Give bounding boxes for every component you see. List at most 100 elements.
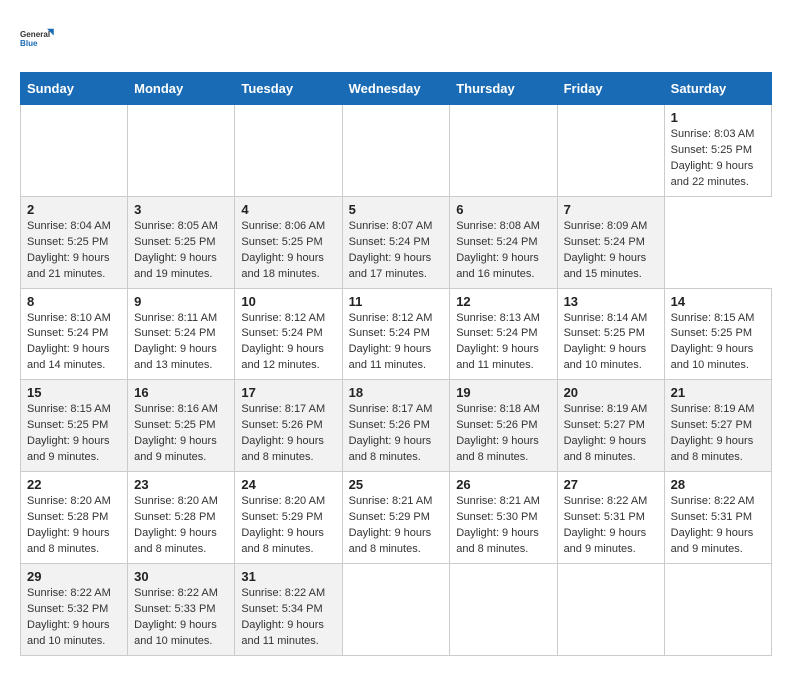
empty-cell <box>450 563 557 655</box>
day-info: Sunrise: 8:15 AMSunset: 5:25 PMDaylight:… <box>671 311 765 375</box>
day-number: 26 <box>456 477 550 492</box>
day-number: 1 <box>671 110 765 125</box>
day-number: 24 <box>241 477 335 492</box>
day-cell-10: 10 Sunrise: 8:12 AMSunset: 5:24 PMDaylig… <box>235 288 342 380</box>
day-info: Sunrise: 8:15 AMSunset: 5:25 PMDaylight:… <box>27 402 121 466</box>
day-cell-2: 2 Sunrise: 8:04 AMSunset: 5:25 PMDayligh… <box>21 196 128 288</box>
day-info: Sunrise: 8:20 AMSunset: 5:28 PMDaylight:… <box>134 494 228 558</box>
day-info: Sunrise: 8:11 AMSunset: 5:24 PMDaylight:… <box>134 311 228 375</box>
day-number: 20 <box>564 385 658 400</box>
day-cell-26: 26 Sunrise: 8:21 AMSunset: 5:30 PMDaylig… <box>450 472 557 564</box>
empty-cell <box>342 105 450 197</box>
day-cell-17: 17 Sunrise: 8:17 AMSunset: 5:26 PMDaylig… <box>235 380 342 472</box>
day-info: Sunrise: 8:16 AMSunset: 5:25 PMDaylight:… <box>134 402 228 466</box>
day-info: Sunrise: 8:13 AMSunset: 5:24 PMDaylight:… <box>456 311 550 375</box>
day-header-sunday: Sunday <box>21 73 128 105</box>
day-header-wednesday: Wednesday <box>342 73 450 105</box>
day-info: Sunrise: 8:08 AMSunset: 5:24 PMDaylight:… <box>456 219 550 283</box>
day-info: Sunrise: 8:22 AMSunset: 5:31 PMDaylight:… <box>564 494 658 558</box>
day-number: 14 <box>671 294 765 309</box>
day-cell-27: 27 Sunrise: 8:22 AMSunset: 5:31 PMDaylig… <box>557 472 664 564</box>
day-number: 19 <box>456 385 550 400</box>
day-info: Sunrise: 8:05 AMSunset: 5:25 PMDaylight:… <box>134 219 228 283</box>
empty-cell <box>21 105 128 197</box>
day-cell-9: 9 Sunrise: 8:11 AMSunset: 5:24 PMDayligh… <box>128 288 235 380</box>
day-info: Sunrise: 8:03 AMSunset: 5:25 PMDaylight:… <box>671 127 765 191</box>
day-cell-1: 1 Sunrise: 8:03 AMSunset: 5:25 PMDayligh… <box>664 105 771 197</box>
day-number: 8 <box>27 294 121 309</box>
day-info: Sunrise: 8:12 AMSunset: 5:24 PMDaylight:… <box>349 311 444 375</box>
day-number: 9 <box>134 294 228 309</box>
day-info: Sunrise: 8:19 AMSunset: 5:27 PMDaylight:… <box>564 402 658 466</box>
week-row-6: 29 Sunrise: 8:22 AMSunset: 5:32 PMDaylig… <box>21 563 772 655</box>
day-number: 22 <box>27 477 121 492</box>
day-info: Sunrise: 8:14 AMSunset: 5:25 PMDaylight:… <box>564 311 658 375</box>
day-cell-4: 4 Sunrise: 8:06 AMSunset: 5:25 PMDayligh… <box>235 196 342 288</box>
day-cell-16: 16 Sunrise: 8:16 AMSunset: 5:25 PMDaylig… <box>128 380 235 472</box>
empty-cell <box>128 105 235 197</box>
day-cell-19: 19 Sunrise: 8:18 AMSunset: 5:26 PMDaylig… <box>450 380 557 472</box>
day-info: Sunrise: 8:21 AMSunset: 5:30 PMDaylight:… <box>456 494 550 558</box>
day-cell-29: 29 Sunrise: 8:22 AMSunset: 5:32 PMDaylig… <box>21 563 128 655</box>
day-cell-6: 6 Sunrise: 8:08 AMSunset: 5:24 PMDayligh… <box>450 196 557 288</box>
day-info: Sunrise: 8:22 AMSunset: 5:33 PMDaylight:… <box>134 586 228 650</box>
day-number: 16 <box>134 385 228 400</box>
day-info: Sunrise: 8:22 AMSunset: 5:34 PMDaylight:… <box>241 586 335 650</box>
day-number: 25 <box>349 477 444 492</box>
day-info: Sunrise: 8:12 AMSunset: 5:24 PMDaylight:… <box>241 311 335 375</box>
day-cell-11: 11 Sunrise: 8:12 AMSunset: 5:24 PMDaylig… <box>342 288 450 380</box>
svg-text:General: General <box>20 30 50 39</box>
day-info: Sunrise: 8:21 AMSunset: 5:29 PMDaylight:… <box>349 494 444 558</box>
day-info: Sunrise: 8:10 AMSunset: 5:24 PMDaylight:… <box>27 311 121 375</box>
week-row-3: 8 Sunrise: 8:10 AMSunset: 5:24 PMDayligh… <box>21 288 772 380</box>
day-cell-23: 23 Sunrise: 8:20 AMSunset: 5:28 PMDaylig… <box>128 472 235 564</box>
day-info: Sunrise: 8:19 AMSunset: 5:27 PMDaylight:… <box>671 402 765 466</box>
day-number: 2 <box>27 202 121 217</box>
day-number: 13 <box>564 294 658 309</box>
day-cell-24: 24 Sunrise: 8:20 AMSunset: 5:29 PMDaylig… <box>235 472 342 564</box>
day-header-tuesday: Tuesday <box>235 73 342 105</box>
day-cell-18: 18 Sunrise: 8:17 AMSunset: 5:26 PMDaylig… <box>342 380 450 472</box>
day-info: Sunrise: 8:20 AMSunset: 5:29 PMDaylight:… <box>241 494 335 558</box>
day-cell-12: 12 Sunrise: 8:13 AMSunset: 5:24 PMDaylig… <box>450 288 557 380</box>
day-number: 30 <box>134 569 228 584</box>
day-number: 23 <box>134 477 228 492</box>
empty-cell <box>557 563 664 655</box>
day-cell-31: 31 Sunrise: 8:22 AMSunset: 5:34 PMDaylig… <box>235 563 342 655</box>
day-info: Sunrise: 8:04 AMSunset: 5:25 PMDaylight:… <box>27 219 121 283</box>
day-info: Sunrise: 8:09 AMSunset: 5:24 PMDaylight:… <box>564 219 658 283</box>
empty-cell <box>664 563 771 655</box>
day-number: 27 <box>564 477 658 492</box>
day-info: Sunrise: 8:17 AMSunset: 5:26 PMDaylight:… <box>349 402 444 466</box>
day-cell-21: 21 Sunrise: 8:19 AMSunset: 5:27 PMDaylig… <box>664 380 771 472</box>
week-row-5: 22 Sunrise: 8:20 AMSunset: 5:28 PMDaylig… <box>21 472 772 564</box>
week-row-1: 1 Sunrise: 8:03 AMSunset: 5:25 PMDayligh… <box>21 105 772 197</box>
day-number: 12 <box>456 294 550 309</box>
day-number: 15 <box>27 385 121 400</box>
day-cell-13: 13 Sunrise: 8:14 AMSunset: 5:25 PMDaylig… <box>557 288 664 380</box>
day-number: 18 <box>349 385 444 400</box>
day-cell-3: 3 Sunrise: 8:05 AMSunset: 5:25 PMDayligh… <box>128 196 235 288</box>
week-row-4: 15 Sunrise: 8:15 AMSunset: 5:25 PMDaylig… <box>21 380 772 472</box>
empty-cell <box>557 105 664 197</box>
day-number: 4 <box>241 202 335 217</box>
day-info: Sunrise: 8:07 AMSunset: 5:24 PMDaylight:… <box>349 219 444 283</box>
day-number: 11 <box>349 294 444 309</box>
day-number: 7 <box>564 202 658 217</box>
day-cell-15: 15 Sunrise: 8:15 AMSunset: 5:25 PMDaylig… <box>21 380 128 472</box>
day-cell-14: 14 Sunrise: 8:15 AMSunset: 5:25 PMDaylig… <box>664 288 771 380</box>
day-number: 3 <box>134 202 228 217</box>
day-number: 6 <box>456 202 550 217</box>
day-cell-25: 25 Sunrise: 8:21 AMSunset: 5:29 PMDaylig… <box>342 472 450 564</box>
day-number: 21 <box>671 385 765 400</box>
week-row-2: 2 Sunrise: 8:04 AMSunset: 5:25 PMDayligh… <box>21 196 772 288</box>
day-cell-7: 7 Sunrise: 8:09 AMSunset: 5:24 PMDayligh… <box>557 196 664 288</box>
day-number: 10 <box>241 294 335 309</box>
empty-cell <box>235 105 342 197</box>
day-cell-8: 8 Sunrise: 8:10 AMSunset: 5:24 PMDayligh… <box>21 288 128 380</box>
svg-text:Blue: Blue <box>20 39 38 48</box>
day-header-thursday: Thursday <box>450 73 557 105</box>
day-info: Sunrise: 8:22 AMSunset: 5:31 PMDaylight:… <box>671 494 765 558</box>
day-number: 28 <box>671 477 765 492</box>
calendar-table: SundayMondayTuesdayWednesdayThursdayFrid… <box>20 72 772 656</box>
